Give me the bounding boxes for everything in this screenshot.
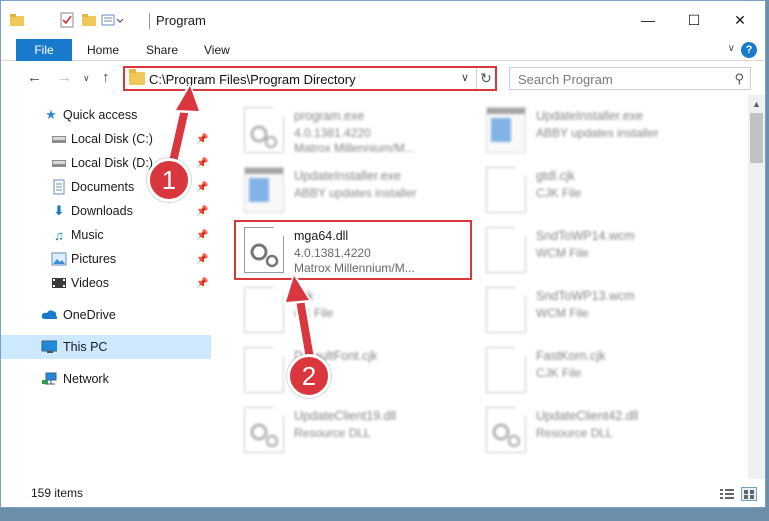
callout-arrows: [163, 82, 319, 372]
callout-badge-2: 2: [287, 354, 331, 398]
callout-badge-1: 1: [147, 158, 191, 202]
